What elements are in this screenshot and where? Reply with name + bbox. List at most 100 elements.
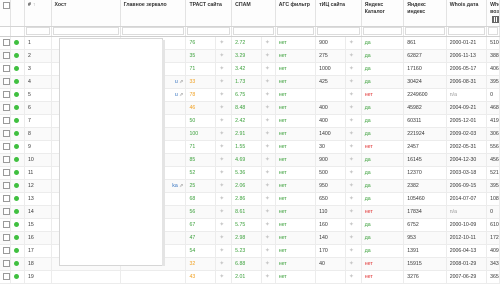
filter-host[interactable] bbox=[51, 26, 121, 37]
row-checkbox-cell[interactable] bbox=[0, 49, 12, 63]
calculator-icon[interactable] bbox=[492, 16, 499, 23]
spam-trend: ✦ bbox=[261, 36, 276, 50]
row-checkbox[interactable] bbox=[3, 77, 10, 85]
trust-value: 76 bbox=[185, 36, 217, 50]
row-checkbox-cell[interactable] bbox=[0, 205, 12, 219]
header-ags[interactable]: АГС фильтр bbox=[275, 0, 317, 27]
row-checkbox-cell[interactable] bbox=[0, 218, 12, 232]
row-checkbox-cell[interactable] bbox=[0, 75, 12, 89]
row-checkbox[interactable] bbox=[3, 233, 10, 241]
filter-input[interactable] bbox=[488, 27, 498, 35]
row-checkbox-cell[interactable] bbox=[0, 88, 12, 102]
sort-asc-icon[interactable]: ↑ bbox=[33, 2, 36, 8]
row-checkbox-cell[interactable] bbox=[0, 101, 12, 115]
external-link-icon[interactable]: ⇗ bbox=[179, 79, 183, 85]
row-checkbox[interactable] bbox=[3, 38, 10, 46]
host-cell[interactable] bbox=[51, 270, 121, 284]
filter-index[interactable] bbox=[403, 26, 447, 37]
table-row[interactable]: 1943✦2.01✦нет✦нет32762007-06-293653 bbox=[0, 270, 500, 284]
row-checkbox-cell[interactable] bbox=[0, 270, 12, 284]
mirror-link[interactable]: u bbox=[175, 92, 178, 98]
header-trust[interactable]: ТРАСТ сайта bbox=[185, 0, 233, 27]
filter-input[interactable] bbox=[362, 27, 403, 35]
filter-input[interactable] bbox=[121, 27, 185, 35]
spam-trend: ✦ bbox=[261, 153, 276, 167]
row-checkbox[interactable] bbox=[3, 246, 10, 254]
spam-value: 2.86 bbox=[231, 192, 262, 206]
external-link-icon[interactable]: ⇗ bbox=[179, 92, 183, 98]
filter-whois-age[interactable] bbox=[486, 26, 500, 37]
row-checkbox[interactable] bbox=[3, 116, 10, 124]
trust-trend: ✦ bbox=[215, 101, 233, 115]
row-checkbox-cell[interactable] bbox=[0, 244, 12, 258]
redacted-host-overlay bbox=[59, 38, 163, 266]
mirror-link[interactable]: ka bbox=[172, 183, 177, 189]
row-checkbox-cell[interactable] bbox=[0, 114, 12, 128]
spam-value: 1.73 bbox=[231, 75, 262, 89]
row-checkbox-cell[interactable] bbox=[0, 179, 12, 193]
filter-catalog[interactable] bbox=[361, 26, 405, 37]
header-whois-date[interactable]: Whois дата bbox=[446, 0, 488, 27]
mirror-link[interactable]: u bbox=[175, 79, 178, 85]
filter-trust[interactable] bbox=[185, 26, 233, 37]
row-checkbox-cell[interactable] bbox=[0, 166, 12, 180]
row-checkbox[interactable] bbox=[3, 64, 10, 72]
row-checkbox-cell[interactable] bbox=[0, 231, 12, 245]
select-all-checkbox[interactable] bbox=[3, 2, 10, 9]
filter-input[interactable] bbox=[405, 27, 445, 35]
header-row: # ↑ Хост Главное зеркало ТРАСТ сайта СПАМ… bbox=[0, 0, 500, 27]
row-checkbox-cell[interactable] bbox=[0, 192, 12, 206]
row-checkbox[interactable] bbox=[3, 51, 10, 59]
filter-ags[interactable] bbox=[275, 26, 317, 37]
header-whois-age[interactable]: Whoi возра bbox=[486, 0, 500, 27]
mirror-cell[interactable] bbox=[120, 270, 187, 284]
row-checkbox[interactable] bbox=[3, 90, 10, 98]
index-value: 6752 bbox=[403, 218, 447, 232]
filter-input[interactable] bbox=[447, 27, 486, 35]
filter-spam[interactable] bbox=[231, 26, 276, 37]
filter-tic[interactable] bbox=[315, 26, 362, 37]
filter-whois-date[interactable] bbox=[446, 26, 488, 37]
row-checkbox[interactable] bbox=[3, 194, 10, 202]
whois-date-value: 2006-08-31 bbox=[446, 75, 488, 89]
trend-arrow-icon: ✦ bbox=[348, 39, 354, 46]
status-cell bbox=[10, 218, 25, 232]
filter-input[interactable] bbox=[317, 27, 360, 35]
filter-input[interactable] bbox=[25, 27, 50, 35]
row-checkbox-cell[interactable] bbox=[0, 36, 12, 50]
header-mirror[interactable]: Главное зеркало bbox=[120, 0, 187, 27]
header-tic[interactable]: тИЦ сайта bbox=[315, 0, 362, 27]
filter-num[interactable] bbox=[24, 26, 52, 37]
row-checkbox-cell[interactable] bbox=[0, 127, 12, 141]
filter-input[interactable] bbox=[52, 27, 119, 35]
header-host[interactable]: Хост bbox=[51, 0, 121, 27]
spam-value: 8.61 bbox=[231, 205, 262, 219]
row-checkbox-cell[interactable] bbox=[0, 257, 12, 271]
row-checkbox[interactable] bbox=[3, 103, 10, 111]
filter-mirror[interactable] bbox=[120, 26, 187, 37]
row-checkbox[interactable] bbox=[3, 220, 10, 228]
header-index[interactable]: Яндекс индекс bbox=[403, 0, 447, 27]
row-checkbox[interactable] bbox=[3, 129, 10, 137]
header-spam[interactable]: СПАМ bbox=[231, 0, 276, 27]
header-select-all[interactable] bbox=[0, 0, 12, 27]
whois-age-value: 4061 bbox=[486, 62, 500, 76]
whois-date-value: 2006-04-13 bbox=[446, 244, 488, 258]
row-checkbox[interactable] bbox=[3, 168, 10, 176]
filter-input[interactable] bbox=[233, 27, 274, 35]
row-checkbox[interactable] bbox=[3, 272, 10, 280]
filter-input[interactable] bbox=[187, 27, 231, 35]
row-checkbox[interactable] bbox=[3, 142, 10, 150]
filter-input[interactable] bbox=[276, 27, 315, 35]
row-checkbox-cell[interactable] bbox=[0, 62, 12, 76]
external-link-icon[interactable]: ⇗ bbox=[179, 183, 183, 189]
row-checkbox-cell[interactable] bbox=[0, 153, 12, 167]
trust-value: 68 bbox=[185, 192, 217, 206]
row-checkbox[interactable] bbox=[3, 155, 10, 163]
header-catalog[interactable]: Яндекс Каталог bbox=[361, 0, 405, 27]
header-num[interactable]: # ↑ bbox=[24, 0, 52, 27]
tic-value: 40 bbox=[315, 257, 346, 271]
row-checkbox[interactable] bbox=[3, 181, 10, 189]
row-checkbox[interactable] bbox=[3, 207, 10, 215]
row-checkbox-cell[interactable] bbox=[0, 140, 12, 154]
